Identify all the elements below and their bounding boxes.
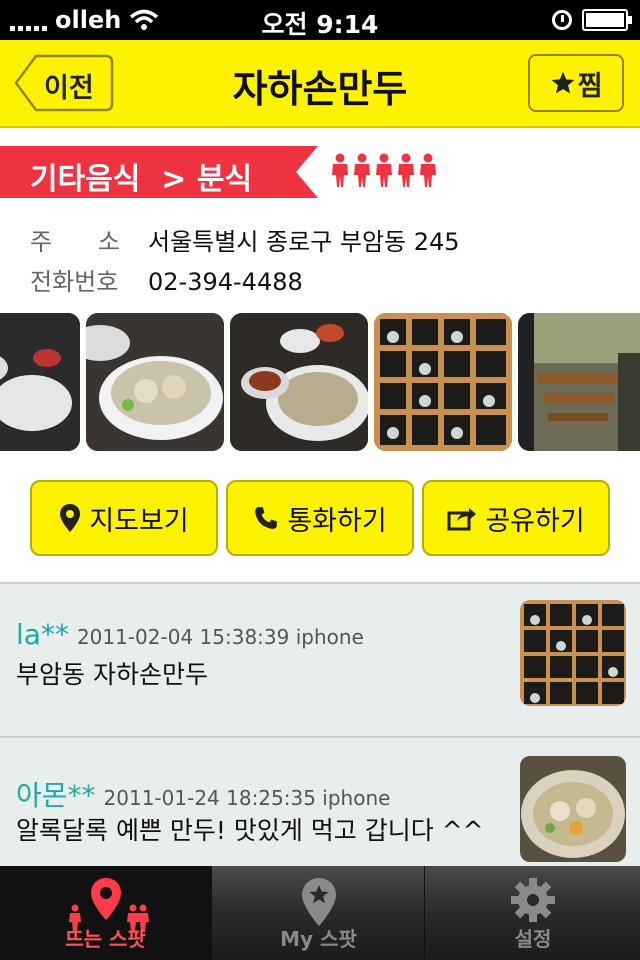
status-bar: olleh 오전 9:14 <box>0 0 640 40</box>
restaurant-photo[interactable] <box>0 313 80 451</box>
phone-row: 전화번호 02-394-4488 <box>30 262 303 297</box>
tab-settings[interactable]: 설정 <box>426 866 640 960</box>
address-row: 주 소 서울특별시 종로구 부암동 245 <box>30 222 460 257</box>
category-label: 기타음식 > 분식 <box>30 162 253 197</box>
person-icon <box>354 153 370 187</box>
review-list[interactable]: la** 2011-02-04 15:38:39 iphone 부암동 자하손만두… <box>0 582 640 866</box>
review-date: 2011-01-24 18:25:35 iphone <box>103 786 391 810</box>
review-date: 2011-02-04 15:38:39 iphone <box>76 625 364 649</box>
restaurant-photo[interactable] <box>374 313 512 451</box>
review-meta: la** 2011-02-04 15:38:39 iphone <box>16 618 364 651</box>
category-ribbon: 기타음식 > 분식 <box>0 146 320 198</box>
status-time: 오전 9:14 <box>261 10 379 39</box>
popularity-rating <box>330 153 438 187</box>
share-icon <box>447 508 477 531</box>
map-button-label: 지도보기 <box>89 505 189 537</box>
share-button-label: 공유하기 <box>485 505 585 537</box>
map-button[interactable]: 지도보기 <box>30 480 218 556</box>
star-icon <box>551 71 574 94</box>
tab-bar: 뜨는 스팟 My 스팟 설정 <box>0 866 640 960</box>
address-value: 서울특별시 종로구 부암동 245 <box>148 228 460 256</box>
review-item[interactable]: 아몬** 2011-01-24 18:25:35 iphone 알록달록 예쁜 만… <box>0 740 640 866</box>
nav-bar: 이전 자하손만두 찜 <box>0 40 640 128</box>
battery-icon <box>582 9 632 31</box>
zzim-label: 찜 <box>577 70 603 102</box>
review-meta: 아몬** 2011-01-24 18:25:35 iphone <box>16 774 390 814</box>
person-icon <box>332 153 348 187</box>
restaurant-photo[interactable] <box>518 313 640 451</box>
tab-settings-label: 설정 <box>514 927 552 951</box>
review-text: 부암동 자하손만두 <box>16 660 208 689</box>
review-thumbnail[interactable] <box>520 600 626 706</box>
person-icon <box>398 153 414 187</box>
alarm-clock-icon <box>552 10 572 30</box>
restaurant-photo[interactable] <box>86 313 224 451</box>
call-button[interactable]: 통화하기 <box>226 480 414 556</box>
call-button-label: 통화하기 <box>287 505 387 537</box>
phone-icon <box>255 507 278 529</box>
review-user: la** <box>16 618 69 651</box>
phone-label: 전화번호 <box>30 268 119 296</box>
zzim-button[interactable]: 찜 <box>528 54 624 112</box>
gear-icon <box>511 878 555 922</box>
my-spot-pin-icon <box>301 878 336 926</box>
tab-my-spot[interactable]: My 스팟 <box>213 866 425 960</box>
review-item[interactable]: la** 2011-02-04 15:38:39 iphone 부암동 자하손만두 <box>0 584 640 738</box>
phone-value[interactable]: 02-394-4488 <box>148 268 303 296</box>
share-button[interactable]: 공유하기 <box>422 480 610 556</box>
review-text: 알록달록 예쁜 만두! 맛있게 먹고 갑니다 ^^ <box>16 816 484 845</box>
restaurant-photo[interactable] <box>230 313 368 451</box>
tab-my-spot-label: My 스팟 <box>280 927 357 951</box>
tab-hot-spot-label: 뜨는 스팟 <box>65 927 146 951</box>
photo-strip[interactable] <box>0 313 640 453</box>
map-pin-icon <box>60 504 81 532</box>
person-icon <box>420 153 436 187</box>
review-user: 아몬** <box>16 779 96 812</box>
review-thumbnail[interactable] <box>520 756 626 862</box>
tab-hot-spot[interactable]: 뜨는 스팟 <box>0 866 212 960</box>
address-label: 주 소 <box>30 228 120 256</box>
person-icon <box>376 153 392 187</box>
